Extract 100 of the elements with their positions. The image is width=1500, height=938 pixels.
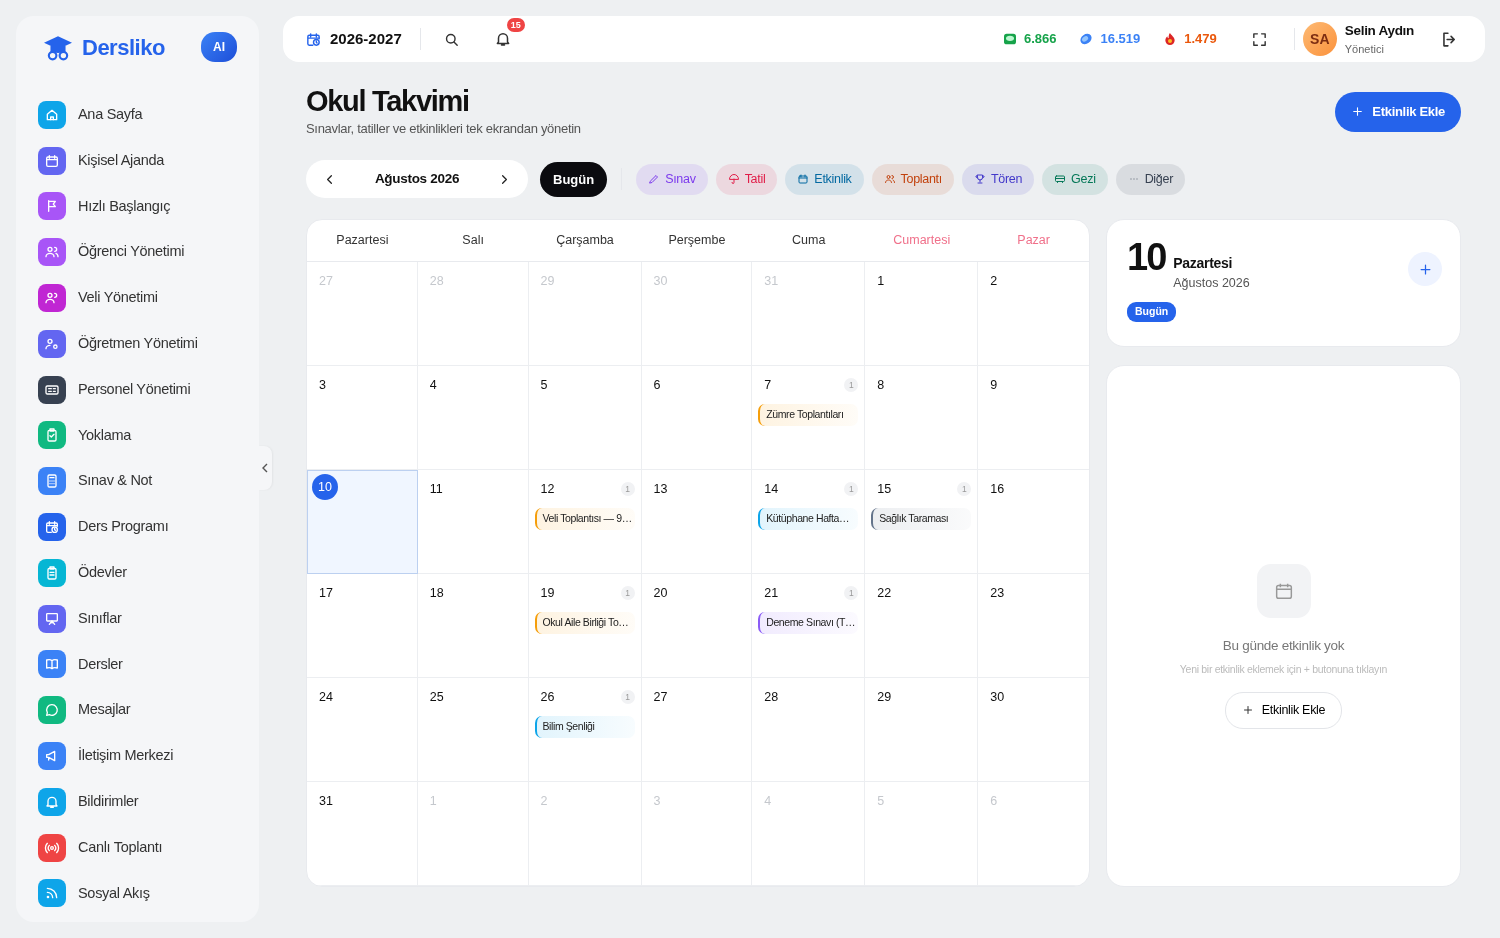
day-cell[interactable]: 19 1 Okul Aile Birliği To…: [528, 574, 642, 679]
day-number: 8: [877, 377, 886, 395]
event-count: 1: [844, 586, 859, 601]
event-pill[interactable]: Kütüphane Hafta…: [758, 508, 859, 530]
sidebar-item[interactable]: Öğrenci Yönetimi: [38, 229, 237, 276]
day-cell[interactable]: 30: [978, 678, 1089, 783]
sidebar-item[interactable]: Mesajlar: [38, 687, 237, 734]
filter-chip[interactable]: Tören: [961, 163, 1035, 195]
day-number: 28: [429, 273, 444, 291]
sidebar-item[interactable]: Ödevler: [38, 549, 237, 596]
ai-button[interactable]: AI: [201, 32, 237, 62]
day-number: 15: [877, 481, 892, 499]
user-avatar[interactable]: SA: [1302, 22, 1337, 56]
clipboard-check-icon: [44, 427, 60, 444]
day-number: 23: [990, 585, 1005, 603]
day-cell[interactable]: 13: [641, 470, 753, 575]
day-cell[interactable]: 16: [978, 470, 1089, 575]
day-cell[interactable]: 1: [865, 262, 979, 367]
event-pill[interactable]: Okul Aile Birliği To…: [534, 612, 635, 634]
day-cell[interactable]: 31: [307, 782, 418, 887]
sidebar-item[interactable]: Kişisel Ajanda: [38, 137, 237, 184]
day-cell[interactable]: 29: [865, 678, 979, 783]
day-cell[interactable]: 15 1 Sağlık Taraması: [865, 470, 979, 575]
day-number: 3: [653, 793, 662, 811]
day-cell[interactable]: 25: [417, 678, 529, 783]
sidebar-item[interactable]: Dersler: [38, 641, 237, 688]
day-cell[interactable]: 6: [641, 366, 753, 471]
day-number: 30: [653, 273, 668, 291]
day-number: 5: [540, 377, 549, 395]
chat-icon: [44, 702, 60, 719]
add-event-button[interactable]: Etkinlik Ekle: [1335, 92, 1461, 132]
collapse-handle[interactable]: [258, 446, 272, 490]
day-cell[interactable]: 4: [417, 366, 529, 471]
day-cell[interactable]: 8: [865, 366, 979, 471]
event-count: 1: [957, 482, 972, 497]
event-pill[interactable]: Zümre Toplantıları: [758, 404, 859, 426]
day-cell[interactable]: 5: [528, 366, 642, 471]
filter-chip[interactable]: Sınav: [636, 163, 708, 195]
day-number: 18: [429, 585, 444, 603]
user-role: Yönetici: [1344, 41, 1385, 57]
stat-value: 1.479: [1184, 30, 1217, 49]
day-number: 28: [764, 689, 779, 707]
weekday-header: Cumartesi: [865, 220, 979, 263]
empty-calendar-icon: [1256, 563, 1311, 618]
day-cell[interactable]: 27: [641, 678, 753, 783]
sidebar-item[interactable]: Personel Yönetimi: [38, 366, 237, 413]
school-year[interactable]: 2026-2027: [330, 27, 402, 51]
event-pill[interactable]: Sağlık Taraması: [871, 508, 972, 530]
sidebar-item[interactable]: Yoklama: [38, 412, 237, 459]
filter-chip[interactable]: Etkinlik: [785, 163, 864, 195]
day-cell[interactable]: 28: [752, 678, 866, 783]
day-cell[interactable]: 11: [417, 470, 529, 575]
sidebar-item[interactable]: Canlı Toplantı: [38, 824, 237, 871]
event-pill[interactable]: Veli Toplantısı — 9…: [534, 508, 635, 530]
day-cell[interactable]: 23: [978, 574, 1089, 679]
gem-icon: [1001, 31, 1018, 47]
sidebar-item[interactable]: Bildirimler: [38, 778, 237, 825]
today-badge: Bugün: [1127, 302, 1177, 323]
day-cell[interactable]: 17: [307, 574, 418, 679]
chevron-left-icon: [261, 463, 269, 473]
day-cell[interactable]: 26 1 Bilim Şenliği: [528, 678, 642, 783]
add-event-button[interactable]: Etkinlik Ekle: [1224, 691, 1343, 729]
day-cell[interactable]: 14 1 Kütüphane Hafta…: [752, 470, 866, 575]
day-cell[interactable]: 18: [417, 574, 529, 679]
brand-name: Dersliko: [82, 33, 165, 62]
day-cell[interactable]: 10: [307, 470, 418, 575]
sidebar-item[interactable]: Ana Sayfa: [38, 92, 237, 138]
event-count: 1: [844, 378, 859, 393]
sidebar-item[interactable]: Hızlı Başlangıç: [38, 183, 237, 230]
calendar-icon: [44, 152, 60, 169]
today-button[interactable]: Bugün: [540, 161, 608, 198]
day-cell[interactable]: 24: [307, 678, 418, 783]
day-cell[interactable]: 21 1 Deneme Sınavı (T…: [752, 574, 866, 679]
filter-chip[interactable]: Toplantı: [871, 163, 954, 195]
sidebar-item[interactable]: İletişim Merkezi: [38, 733, 237, 779]
filter-chip[interactable]: Gezi: [1042, 163, 1108, 195]
sidebar-item[interactable]: Veli Yönetimi: [38, 275, 237, 321]
sidebar-item[interactable]: Ders Programı: [38, 504, 237, 550]
sidebar-item[interactable]: Sosyal Akış: [38, 870, 237, 917]
sidebar-item[interactable]: Sınıflar: [38, 595, 237, 642]
weekday-header: Perşembe: [641, 220, 753, 263]
notification-count: 15: [506, 18, 525, 32]
day-cell[interactable]: 22: [865, 574, 979, 679]
empty-state-title: Bu günde etkinlik yok: [1222, 636, 1345, 655]
event-pill[interactable]: Bilim Şenliği: [534, 716, 635, 738]
day-cell[interactable]: 12 1 Veli Toplantısı — 9…: [528, 470, 642, 575]
event-count: 1: [844, 482, 859, 497]
event-pill[interactable]: Deneme Sınavı (T…: [758, 612, 859, 634]
clipboard-list-icon: [44, 564, 60, 581]
calendar-clock-icon: [305, 30, 322, 48]
day-cell[interactable]: 20: [641, 574, 753, 679]
plus-icon: [1351, 105, 1365, 119]
sidebar-item[interactable]: Sınav & Not: [38, 458, 237, 505]
day-number: 7: [764, 377, 773, 395]
sidebar-item[interactable]: Öğretmen Yönetimi: [38, 321, 237, 367]
day-number: 13: [653, 481, 668, 499]
day-cell[interactable]: 7 1 Zümre Toplantıları: [752, 366, 866, 471]
filter-chip[interactable]: Diğer: [1115, 163, 1185, 195]
day-cell[interactable]: 9: [978, 366, 1089, 471]
day-cell[interactable]: 2: [978, 262, 1089, 367]
